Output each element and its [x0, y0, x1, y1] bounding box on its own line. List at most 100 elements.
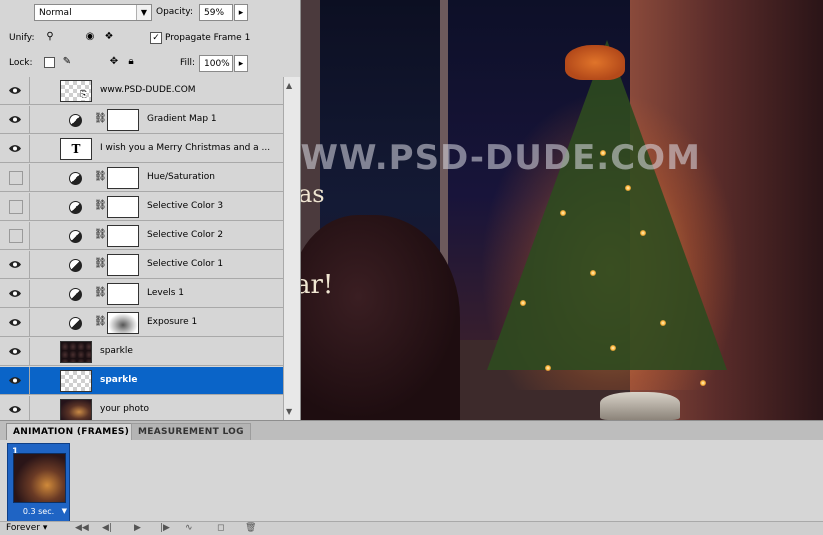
layer-row[interactable]: ⛓ Gradient Map 1: [0, 106, 283, 134]
fill-input[interactable]: 100%: [199, 55, 233, 72]
layer-mask-thumbnail[interactable]: [107, 167, 139, 189]
layer-row[interactable]: T I wish you a Merry Christmas and a ...: [0, 135, 283, 163]
blend-mode-select[interactable]: Normal ▼: [34, 4, 152, 21]
layer-visibility-toggle[interactable]: [0, 367, 30, 394]
layer-mask-thumbnail[interactable]: [107, 225, 139, 247]
unify-style-icon[interactable]: ❖: [103, 31, 115, 43]
blend-row: Normal ▼ Opacity: 59% ▸: [0, 0, 300, 25]
lock-move-icon[interactable]: ✥: [108, 56, 120, 68]
text-layer-thumbnail[interactable]: T: [60, 138, 92, 160]
layer-name[interactable]: www.PSD-DUDE.COM: [100, 85, 196, 95]
propagate-frame-checkbox[interactable]: ✓: [150, 32, 162, 44]
unify-row: Unify: ⚲ ◉ ❖ ✓ Propagate Frame 1: [0, 25, 300, 50]
layer-visibility-toggle[interactable]: [0, 309, 30, 336]
tree-light: [560, 210, 566, 216]
tree-bow: [565, 45, 625, 80]
layer-name[interactable]: Hue/Saturation: [147, 172, 215, 182]
opacity-input[interactable]: 59%: [199, 4, 233, 21]
first-frame-icon[interactable]: ◀◀: [75, 523, 89, 534]
layer-name[interactable]: sparkle: [100, 375, 138, 385]
unify-visibility-icon[interactable]: ◉: [84, 31, 96, 43]
link-icon[interactable]: ⛓: [94, 258, 107, 270]
layer-visibility-toggle[interactable]: [0, 222, 30, 249]
layer-visibility-toggle[interactable]: [0, 280, 30, 307]
layer-name[interactable]: your photo: [100, 404, 149, 414]
lock-brush-icon[interactable]: ✎: [61, 56, 73, 68]
layer-visibility-toggle[interactable]: [0, 338, 30, 365]
layer-visibility-toggle[interactable]: [0, 106, 30, 133]
layer-row[interactable]: ⛓ Selective Color 3: [0, 193, 283, 221]
layer-row[interactable]: ⎘ www.PSD-DUDE.COM: [0, 77, 283, 105]
layer-row[interactable]: ⛓ Selective Color 1: [0, 251, 283, 279]
fill-slider-button[interactable]: ▸: [234, 55, 248, 72]
frame-thumbnail: [13, 453, 66, 503]
layers-scrollbar[interactable]: ▲ ▼: [283, 77, 300, 420]
next-frame-icon[interactable]: |▶: [160, 523, 170, 534]
layer-mask-thumbnail[interactable]: [107, 283, 139, 305]
layer-name[interactable]: Gradient Map 1: [147, 114, 217, 124]
eye-off-icon: [9, 200, 23, 214]
frame-delay[interactable]: 0.3 sec.: [8, 507, 69, 516]
animation-frame[interactable]: 1 0.3 sec. ▼: [7, 443, 70, 523]
layer-thumbnail[interactable]: [60, 370, 92, 392]
layer-mask-thumbnail[interactable]: [107, 312, 139, 334]
link-icon[interactable]: ⛓: [94, 171, 107, 183]
person-silhouette: [290, 215, 460, 420]
eye-icon: [9, 406, 21, 413]
adjustment-layer-icon: [69, 317, 82, 330]
link-icon[interactable]: ⛓: [94, 113, 107, 125]
layer-row[interactable]: ⛓ Selective Color 2: [0, 222, 283, 250]
eye-icon: [9, 377, 21, 384]
layer-name[interactable]: I wish you a Merry Christmas and a ...: [100, 143, 270, 153]
layer-mask-thumbnail[interactable]: [107, 196, 139, 218]
layer-name[interactable]: Exposure 1: [147, 317, 197, 327]
adjustment-layer-icon: [69, 201, 82, 214]
layers-panel: Normal ▼ Opacity: 59% ▸ Unify: ⚲ ◉ ❖ ✓ P…: [0, 0, 301, 420]
layer-row[interactable]: sparkle: [0, 367, 283, 395]
layer-thumbnail[interactable]: [60, 341, 92, 363]
layer-visibility-toggle[interactable]: [0, 135, 30, 162]
layer-visibility-toggle[interactable]: [0, 164, 30, 191]
opacity-slider-button[interactable]: ▸: [234, 4, 248, 21]
layer-mask-thumbnail[interactable]: [107, 254, 139, 276]
layer-name[interactable]: Selective Color 3: [147, 201, 223, 211]
layer-visibility-toggle[interactable]: [0, 77, 30, 104]
play-icon[interactable]: ▶: [134, 523, 141, 534]
loop-select[interactable]: Forever ▾: [6, 523, 47, 534]
adjustment-layer-icon: [69, 288, 82, 301]
propagate-frame-label: Propagate Frame 1: [165, 33, 251, 43]
layer-name[interactable]: Levels 1: [147, 288, 184, 298]
layer-row[interactable]: sparkle: [0, 338, 283, 366]
scroll-up-arrow-icon[interactable]: ▲: [286, 81, 292, 90]
layer-visibility-toggle[interactable]: [0, 396, 30, 420]
layer-mask-thumbnail[interactable]: [107, 109, 139, 131]
new-frame-icon[interactable]: ◻: [217, 523, 224, 534]
delete-frame-icon[interactable]: 🗑︎: [245, 523, 256, 534]
lock-all-icon[interactable]: 🔒︎: [125, 56, 137, 68]
tab-animation-frames[interactable]: ANIMATION (FRAMES): [6, 423, 137, 440]
layer-name[interactable]: Selective Color 2: [147, 230, 223, 240]
layer-thumbnail[interactable]: [60, 399, 92, 420]
layer-row[interactable]: ⛓ Levels 1: [0, 280, 283, 308]
tween-icon[interactable]: ∿: [185, 523, 193, 534]
link-icon[interactable]: ⛓: [94, 229, 107, 241]
layer-visibility-toggle[interactable]: [0, 193, 30, 220]
animation-tabs: ANIMATION (FRAMES) MEASUREMENT LOG: [0, 421, 823, 440]
tab-measurement-log[interactable]: MEASUREMENT LOG: [131, 423, 251, 440]
unify-position-icon[interactable]: ⚲: [44, 31, 56, 43]
layer-name[interactable]: sparkle: [100, 346, 133, 356]
layer-row[interactable]: your photo: [0, 396, 283, 420]
layer-visibility-toggle[interactable]: [0, 251, 30, 278]
layer-row[interactable]: ⛓ Exposure 1: [0, 309, 283, 337]
scroll-down-arrow-icon[interactable]: ▼: [286, 407, 292, 416]
chevron-down-icon[interactable]: ▼: [62, 507, 67, 515]
adjustment-layer-icon: [69, 230, 82, 243]
link-icon[interactable]: ⛓: [94, 316, 107, 328]
link-icon[interactable]: ⛓: [94, 200, 107, 212]
fill-value: 100%: [204, 59, 230, 69]
previous-frame-icon[interactable]: ◀|: [102, 523, 112, 534]
layer-row[interactable]: ⛓ Hue/Saturation: [0, 164, 283, 192]
lock-transparency-icon[interactable]: [44, 57, 55, 68]
link-icon[interactable]: ⛓: [94, 287, 107, 299]
layer-name[interactable]: Selective Color 1: [147, 259, 223, 269]
